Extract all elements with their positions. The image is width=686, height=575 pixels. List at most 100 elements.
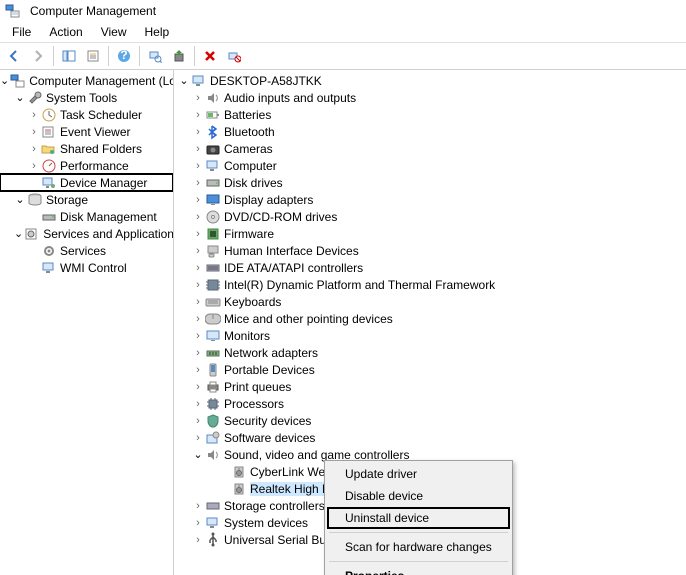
expand-icon[interactable] [192,228,204,240]
device-category[interactable]: Monitors [174,327,686,344]
tree-node-root[interactable]: Computer Management (Local [0,72,173,89]
expand-icon[interactable] [192,313,204,325]
toolbar-separator [108,46,109,66]
disable-button[interactable] [223,45,245,67]
expand-icon[interactable] [192,194,204,206]
ctx-disable-device[interactable]: Disable device [327,485,510,507]
tree-label: Intel(R) Dynamic Platform and Thermal Fr… [224,278,495,292]
update-driver-button[interactable] [168,45,190,67]
expand-icon[interactable] [192,381,204,393]
tree-node-event-viewer[interactable]: Event Viewer [0,123,173,140]
performance-icon [41,158,57,174]
device-category[interactable]: Display adapters [174,191,686,208]
tree-label: Monitors [224,329,270,343]
expand-icon[interactable] [28,126,40,138]
scan-hardware-button[interactable] [144,45,166,67]
device-category[interactable]: Batteries [174,106,686,123]
eventlog-icon [41,124,57,140]
mgmt-icon [10,73,26,89]
device-category[interactable]: Bluetooth [174,123,686,140]
expand-icon[interactable] [28,109,40,121]
intel-icon [205,277,221,293]
menu-file[interactable]: File [4,23,39,41]
expand-icon[interactable] [14,193,26,206]
device-category[interactable]: Computer [174,157,686,174]
expand-icon[interactable] [192,126,204,138]
hid-icon [205,243,221,259]
device-category[interactable]: Processors [174,395,686,412]
tree-node-shared-folders[interactable]: Shared Folders [0,140,173,157]
menu-view[interactable]: View [93,23,135,41]
device-category[interactable]: Firmware [174,225,686,242]
tree-node-wmi-control[interactable]: WMI Control [0,259,173,276]
show-hide-tree-button[interactable] [58,45,80,67]
device-manager-icon [41,175,57,191]
expand-icon[interactable] [192,211,204,223]
expand-icon[interactable] [192,177,204,189]
ctx-scan-hardware[interactable]: Scan for hardware changes [327,536,510,558]
tree-label: Universal Serial Bus [224,533,332,547]
expand-icon[interactable] [192,500,204,512]
back-button[interactable] [3,45,25,67]
tree-node-device-manager[interactable]: Device Manager [0,174,173,191]
expand-icon[interactable] [192,330,204,342]
expand-icon[interactable] [192,109,204,121]
tree-node-task-scheduler[interactable]: Task Scheduler [0,106,173,123]
device-category[interactable]: Disk drives [174,174,686,191]
ctx-update-driver[interactable]: Update driver [327,463,510,485]
device-category[interactable]: Audio inputs and outputs [174,89,686,106]
menu-action[interactable]: Action [41,23,90,41]
expand-icon[interactable] [192,347,204,359]
expand-icon[interactable] [192,296,204,308]
expand-icon[interactable] [192,398,204,410]
expand-icon[interactable] [14,227,23,240]
properties-button[interactable] [82,45,104,67]
device-category[interactable]: Keyboards [174,293,686,310]
expand-icon[interactable] [192,432,204,444]
expand-icon[interactable] [192,92,204,104]
device-category[interactable]: Cameras [174,140,686,157]
expand-icon[interactable] [192,534,204,546]
expand-icon[interactable] [28,160,40,172]
menu-help[interactable]: Help [137,23,178,41]
expand-icon[interactable] [192,160,204,172]
expand-icon[interactable] [192,448,204,461]
expand-icon[interactable] [192,415,204,427]
tree-node-system-tools[interactable]: System Tools [0,89,173,106]
help-button[interactable]: ? [113,45,135,67]
expand-icon[interactable] [192,245,204,257]
security-icon [205,413,221,429]
uninstall-button[interactable] [199,45,221,67]
tree-node-performance[interactable]: Performance [0,157,173,174]
expand-icon[interactable] [192,279,204,291]
device-category[interactable]: IDE ATA/ATAPI controllers [174,259,686,276]
device-category[interactable]: Portable Devices [174,361,686,378]
expand-icon[interactable] [178,74,190,87]
forward-button[interactable] [27,45,49,67]
device-root[interactable]: DESKTOP-A58JTKK [174,72,686,89]
expand-icon[interactable] [28,143,40,155]
expand-icon[interactable] [0,74,9,87]
expand-icon[interactable] [192,517,204,529]
device-category[interactable]: Print queues [174,378,686,395]
device-category[interactable]: Intel(R) Dynamic Platform and Thermal Fr… [174,276,686,293]
device-category[interactable]: Human Interface Devices [174,242,686,259]
expand-icon[interactable] [192,143,204,155]
device-category[interactable]: Network adapters [174,344,686,361]
tree-node-storage[interactable]: Storage [0,191,173,208]
left-tree-pane[interactable]: Computer Management (Local System Tools … [0,70,174,575]
ctx-properties[interactable]: Properties [327,565,510,575]
battery-icon [205,107,221,123]
tree-node-disk-management[interactable]: Disk Management [0,208,173,225]
right-tree-pane[interactable]: DESKTOP-A58JTKK Audio inputs and outputs… [174,70,686,575]
expand-icon[interactable] [192,364,204,376]
device-category[interactable]: Security devices [174,412,686,429]
expand-icon[interactable] [192,262,204,274]
ctx-uninstall-device[interactable]: Uninstall device [327,507,510,529]
tree-node-services[interactable]: Services [0,242,173,259]
device-category[interactable]: Software devices [174,429,686,446]
device-category[interactable]: DVD/CD-ROM drives [174,208,686,225]
tree-node-services-apps[interactable]: Services and Applications [0,225,173,242]
expand-icon[interactable] [14,91,26,104]
device-category[interactable]: Mice and other pointing devices [174,310,686,327]
